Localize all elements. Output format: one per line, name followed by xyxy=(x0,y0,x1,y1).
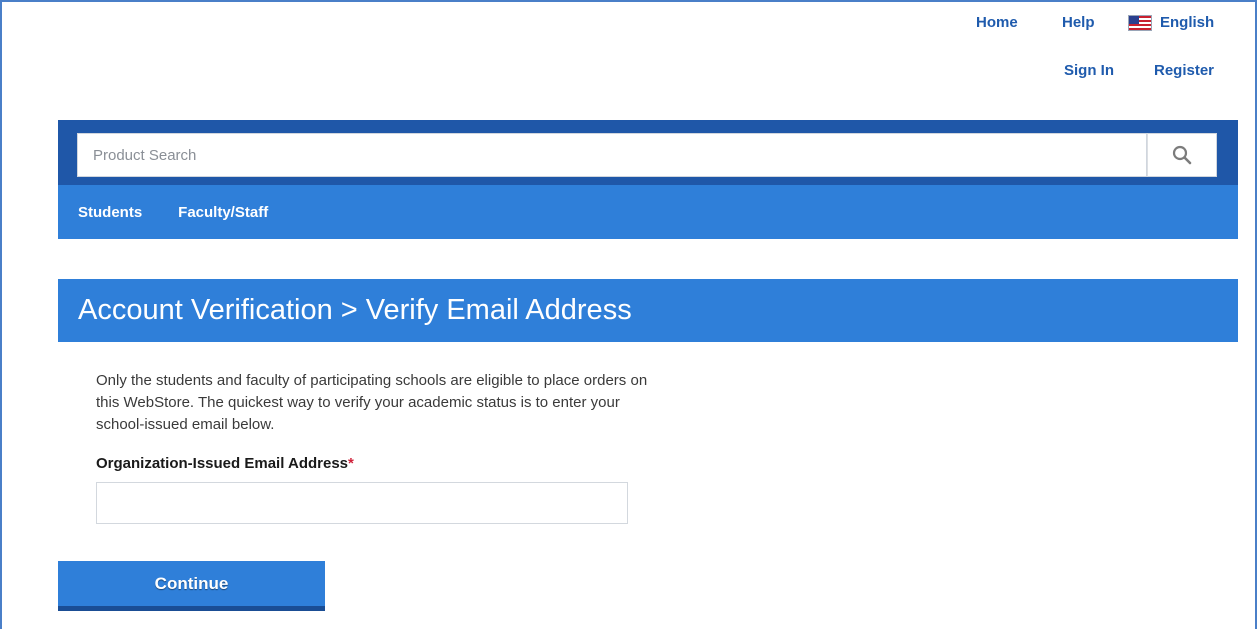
home-link[interactable]: Home xyxy=(976,14,1018,31)
nav-item-students[interactable]: Students xyxy=(78,204,142,221)
continue-button[interactable]: Continue xyxy=(58,561,325,611)
sign-in-link[interactable]: Sign In xyxy=(1064,62,1114,79)
email-field[interactable] xyxy=(96,482,628,524)
us-flag-icon xyxy=(1128,14,1152,31)
search-button[interactable] xyxy=(1147,133,1217,177)
required-marker: * xyxy=(348,455,354,472)
page-title-bar: Account Verification > Verify Email Addr… xyxy=(58,279,1238,342)
email-label-text: Organization-Issued Email Address xyxy=(96,455,349,472)
language-selector[interactable]: English xyxy=(1128,14,1214,31)
page-title: Account Verification > Verify Email Addr… xyxy=(78,294,632,326)
nav-item-faculty-staff[interactable]: Faculty/Staff xyxy=(178,204,268,221)
help-link[interactable]: Help xyxy=(1062,14,1095,31)
register-link[interactable]: Register xyxy=(1154,62,1214,79)
search-icon xyxy=(1172,145,1192,165)
intro-text: Only the students and faculty of partici… xyxy=(96,372,648,433)
language-label: English xyxy=(1160,14,1215,31)
category-nav: Students Faculty/Staff xyxy=(58,185,1238,239)
email-field-label: Organization-Issued Email Address* xyxy=(96,455,354,472)
product-search-input[interactable] xyxy=(77,133,1147,177)
